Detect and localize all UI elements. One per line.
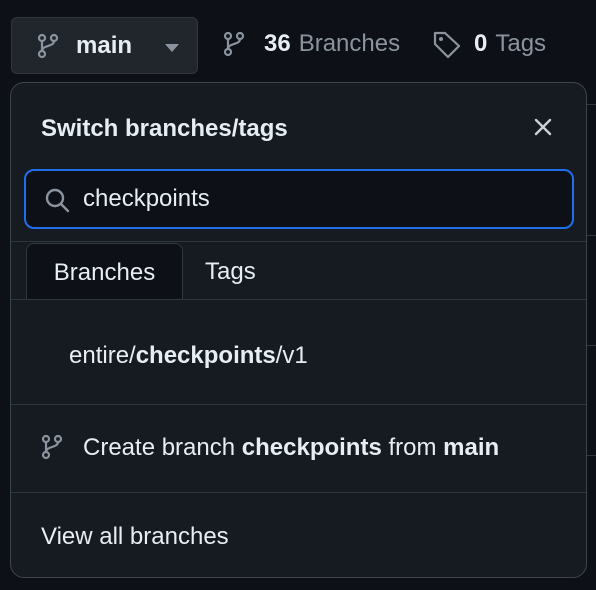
create-branch-text: Create branch checkpoints from main	[83, 434, 500, 461]
view-all-branches-link[interactable]: View all branches	[41, 523, 229, 551]
divider	[11, 241, 586, 242]
repo-page: main 36 Branches 0 Tags Switch branches/…	[0, 0, 596, 590]
dropdown-title: Switch branches/tags	[41, 115, 288, 142]
branch-result-text: entire/checkpoints/v1	[69, 342, 308, 369]
background-divider	[587, 104, 596, 105]
branch-result-item[interactable]: entire/checkpoints/v1	[11, 308, 586, 404]
background-divider	[587, 345, 596, 346]
branches-link[interactable]: 36 Branches	[222, 30, 400, 58]
branches-label: Branches	[298, 30, 401, 57]
branch-selector-label: main	[76, 32, 133, 59]
branch-switcher-dropdown: Switch branches/tags Branches Tags entir…	[10, 82, 587, 578]
branch-selector-button[interactable]: main	[11, 17, 198, 74]
tab-tags[interactable]: Tags	[205, 243, 256, 300]
create-branch-item[interactable]: Create branch checkpoints from main	[11, 405, 586, 493]
git-branch-icon	[223, 31, 245, 57]
divider	[11, 492, 586, 493]
git-branch-icon	[41, 434, 63, 460]
tag-icon	[433, 31, 461, 58]
close-icon	[534, 118, 552, 136]
background-divider	[587, 455, 596, 456]
background-divider	[587, 235, 596, 236]
branch-search-input[interactable]	[83, 181, 553, 217]
close-button[interactable]	[529, 113, 557, 141]
git-branch-icon	[37, 33, 59, 59]
branch-count: 36	[264, 30, 291, 57]
search-icon	[45, 188, 70, 213]
branch-search-field[interactable]	[24, 169, 574, 229]
tags-label: Tags	[495, 30, 547, 57]
caret-down-icon	[165, 44, 179, 52]
tab-branches[interactable]: Branches	[26, 243, 183, 300]
divider	[11, 299, 586, 300]
tag-count: 0	[474, 30, 488, 57]
tags-link[interactable]: 0 Tags	[432, 30, 546, 58]
